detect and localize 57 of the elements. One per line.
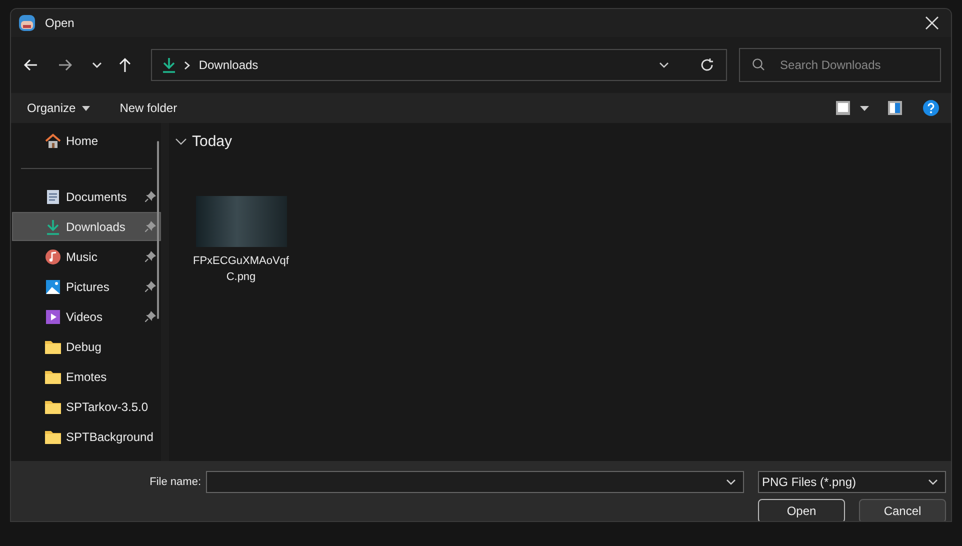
folder-icon: [45, 400, 61, 414]
download-icon: [162, 57, 176, 73]
sidebar-item[interactable]: SPTBackground: [12, 422, 161, 451]
chevron-down-icon: [175, 138, 187, 146]
document-icon: [45, 188, 61, 204]
scrollbar[interactable]: [157, 141, 159, 319]
up-arrow-icon[interactable]: [116, 57, 133, 73]
open-button[interactable]: Open: [758, 499, 845, 521]
music-note-icon: [45, 248, 61, 264]
pin-icon[interactable]: [145, 221, 156, 232]
file-type-dropdown[interactable]: PNG Files (*.png): [758, 471, 946, 493]
dropdown-caret-icon[interactable]: [860, 106, 869, 110]
breadcrumb-item[interactable]: Downloads: [198, 58, 258, 72]
house-icon: [45, 132, 61, 148]
preview-pane-icon[interactable]: [887, 100, 903, 116]
sidebar-item[interactable]: Documents: [12, 182, 161, 211]
chevron-down-icon[interactable]: [725, 478, 737, 486]
pin-icon[interactable]: [145, 281, 156, 292]
pin-icon[interactable]: [145, 251, 156, 262]
chevron-down-icon[interactable]: [658, 61, 670, 69]
window-title: Open: [45, 16, 74, 30]
view-icon[interactable]: [835, 100, 851, 116]
close-icon[interactable]: [925, 16, 939, 30]
chevron-down-icon[interactable]: [90, 61, 103, 69]
download-icon: [45, 218, 61, 234]
new-folder-button[interactable]: New folder: [120, 101, 178, 115]
sidebar-item[interactable]: Debug: [12, 332, 161, 361]
sidebar-item[interactable]: Downloads: [12, 212, 161, 241]
video-icon: [45, 308, 61, 324]
help-icon[interactable]: [923, 100, 939, 116]
search-field[interactable]: Search Downloads: [739, 48, 942, 82]
sidebar-item[interactable]: Music: [12, 242, 161, 271]
cancel-button[interactable]: Cancel: [859, 499, 946, 521]
forward-arrow-icon[interactable]: [56, 57, 73, 73]
sidebar-item[interactable]: Emotes: [12, 362, 161, 391]
file-name-field[interactable]: [206, 471, 744, 493]
organize-menu-button[interactable]: Organize: [27, 101, 90, 115]
sidebar-item[interactable]: Pictures: [12, 272, 161, 301]
sidebar-item[interactable]: Videos: [12, 302, 161, 331]
chevron-right-icon: [184, 60, 190, 70]
pin-icon[interactable]: [145, 191, 156, 202]
dropdown-caret-icon: [82, 106, 90, 110]
folder-icon: [45, 340, 61, 354]
search-icon: [752, 58, 766, 71]
file-name-label: File name:: [150, 476, 201, 488]
address-bar[interactable]: Downloads: [150, 49, 728, 81]
sidebar-item[interactable]: SPTarkov-3.5.0: [12, 392, 161, 421]
picture-icon: [45, 278, 61, 294]
folder-icon: [45, 430, 61, 444]
app-icon: [18, 14, 36, 32]
chevron-down-icon: [927, 478, 939, 486]
folder-icon: [45, 370, 61, 384]
file-item[interactable]: FPxECGuXMAoVqfC.png: [191, 196, 291, 285]
group-header[interactable]: Today: [175, 133, 945, 150]
pin-icon[interactable]: [145, 311, 156, 322]
back-arrow-icon[interactable]: [23, 57, 39, 73]
refresh-icon[interactable]: [700, 58, 714, 72]
